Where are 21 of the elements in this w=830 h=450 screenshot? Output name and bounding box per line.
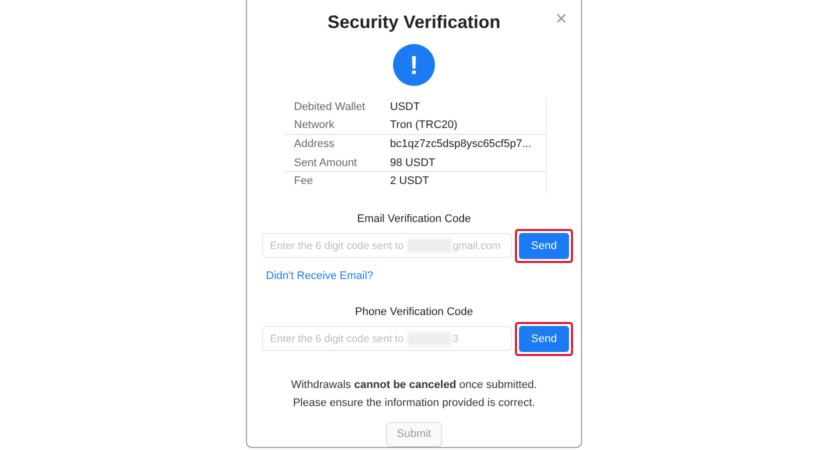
close-button[interactable]: × bbox=[555, 8, 567, 31]
detail-label: Sent Amount bbox=[293, 156, 358, 169]
notice-text: Withdrawals cannot be canceled once submitted. Please ensure the information provided is correct. bbox=[290, 378, 538, 411]
send-button[interactable]: Send bbox=[519, 326, 569, 352]
field-label: Phone Verification Code bbox=[354, 306, 474, 318]
detail-value: Tron (TRC20) bbox=[390, 119, 458, 132]
detail-value: bc1qz7zc5dsp8ysc65cf5p7... bbox=[390, 138, 532, 150]
dialog-title: Security Verification bbox=[327, 12, 501, 33]
code-field[interactable]: Enter the 6 digit code sent to 3 bbox=[262, 326, 512, 352]
send-button[interactable]: Send bbox=[519, 232, 569, 259]
detail-value: USDT bbox=[390, 100, 420, 113]
detail-value: 2 USDT bbox=[390, 175, 430, 188]
resend-link[interactable]: Didn't Receive Email? bbox=[266, 270, 374, 282]
detail-value: 98 USDT bbox=[390, 156, 436, 169]
detail-label: Network bbox=[293, 119, 336, 132]
code-field[interactable]: Enter the 6 digit code sent to gmail.com bbox=[262, 233, 512, 258]
field-label: Email Verification Code bbox=[356, 212, 472, 225]
detail-label: Debited Wallet bbox=[293, 100, 366, 113]
detail-label: Fee bbox=[293, 175, 314, 188]
detail-label: Address bbox=[293, 138, 336, 150]
alert-icon: ! bbox=[393, 44, 435, 86]
